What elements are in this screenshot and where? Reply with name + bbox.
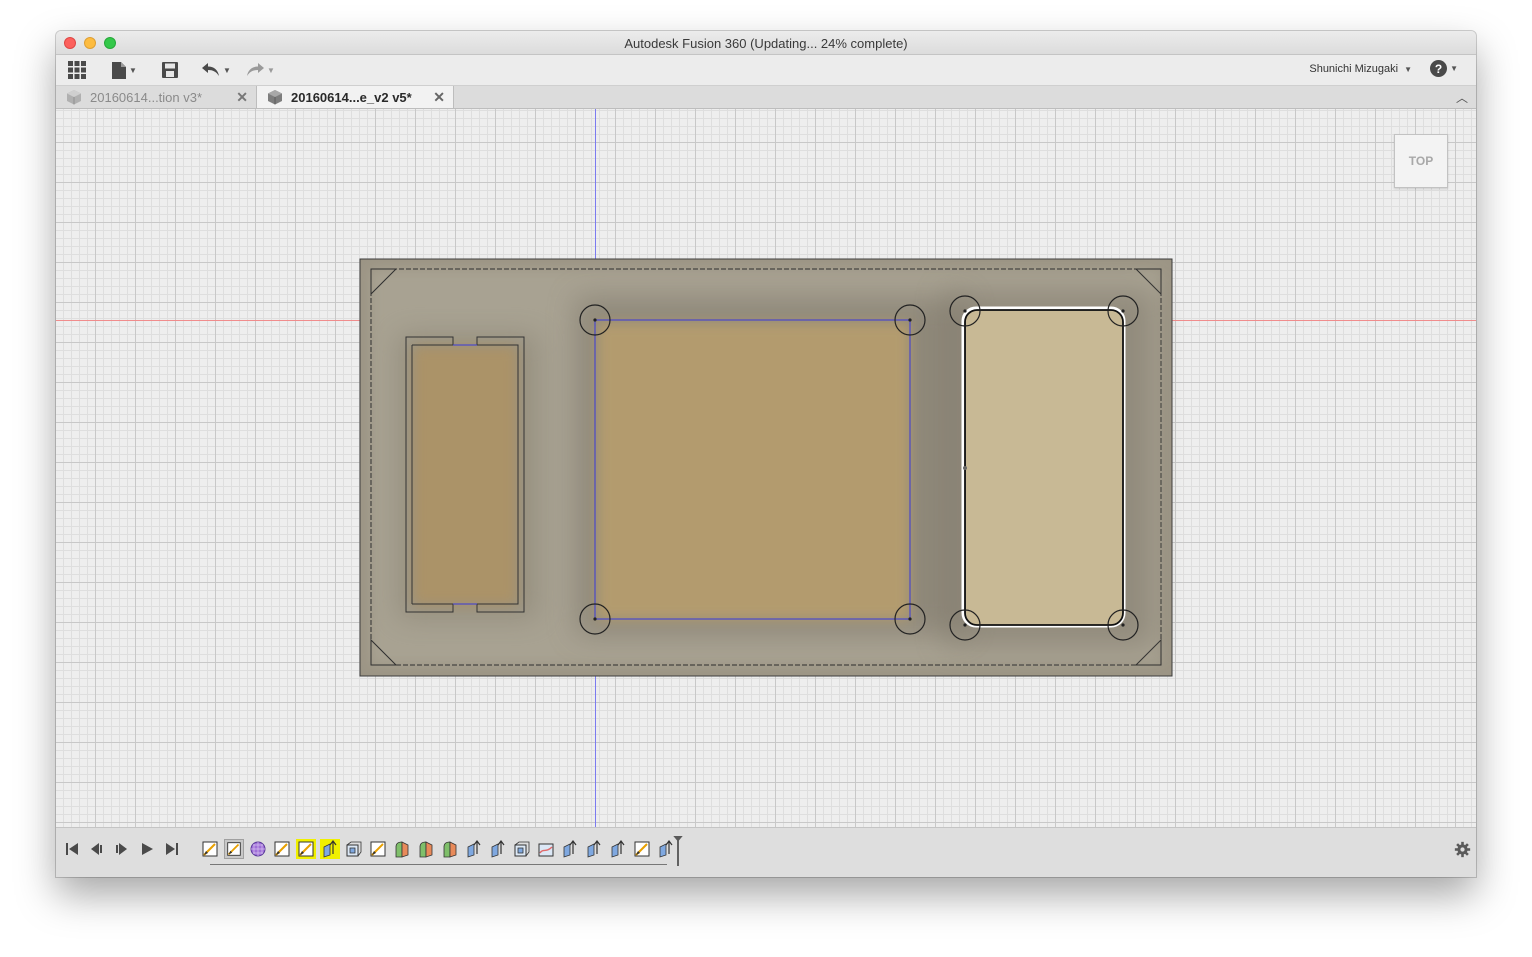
step-forward-icon (116, 843, 127, 855)
extrude-feature-icon (563, 840, 577, 858)
save-icon (162, 62, 178, 78)
fillet-feature-icon (443, 841, 457, 858)
shell-feature-icon (346, 841, 362, 857)
timeline-feature-fillet[interactable] (392, 839, 412, 859)
model-view (359, 258, 1173, 677)
redo-button[interactable]: ▼ (246, 59, 275, 81)
save-button[interactable] (162, 59, 178, 81)
extrude-feature-icon (467, 840, 481, 858)
step-back-button[interactable] (88, 840, 106, 858)
grid-apps-icon (68, 61, 86, 79)
data-panel-button[interactable] (68, 59, 86, 81)
help-menu-button[interactable]: ? ▼ (1430, 60, 1458, 77)
sketch-feature-icon (634, 841, 650, 857)
tab-label: 20160614...e_v2 v5* (291, 89, 412, 105)
sketch-feature-icon (274, 841, 290, 857)
left-pocket[interactable] (405, 336, 525, 613)
user-account-menu[interactable]: Shunichi Mizugaki ▼ (1309, 63, 1412, 75)
design-document-icon (67, 90, 81, 105)
user-name: Shunichi Mizugaki (1309, 63, 1399, 75)
document-tab-bar: 20160614...tion v3* ✕ 20160614...e_v2 v5… (56, 86, 1476, 109)
patch-feature-icon (538, 843, 554, 857)
timeline-feature-sketch[interactable] (632, 839, 652, 859)
timeline-rail (210, 864, 667, 865)
chevron-down-icon: ▼ (1450, 64, 1458, 73)
timeline-settings-button[interactable] (1452, 839, 1472, 859)
document-tab[interactable]: 20160614...tion v3* ✕ (56, 86, 256, 108)
chevron-down-icon: ▼ (129, 65, 137, 75)
timeline-bar (56, 827, 1476, 877)
gear-icon (1454, 841, 1470, 857)
timeline-feature-extrude[interactable] (560, 839, 580, 859)
sketch-feature-icon (298, 841, 314, 857)
timeline-feature-extrude[interactable] (608, 839, 628, 859)
right-pocket[interactable] (949, 295, 1139, 641)
extrude-feature-icon (611, 840, 625, 858)
collapse-toolbar-button[interactable]: ︿ (1456, 89, 1468, 106)
extrude-feature-icon (323, 840, 337, 858)
extrude-feature-icon (587, 840, 601, 858)
help-icon: ? (1430, 60, 1448, 77)
close-tab-button[interactable]: ✕ (236, 89, 248, 106)
timeline-marker[interactable] (672, 836, 684, 866)
fillet-feature-icon (419, 841, 433, 858)
skip-to-end-button[interactable] (163, 840, 181, 858)
window-title: Autodesk Fusion 360 (Updating... 24% com… (624, 36, 908, 51)
design-document-icon (268, 90, 282, 105)
skip-to-end-icon (166, 843, 178, 855)
timeline-feature-shell[interactable] (512, 839, 532, 859)
timeline-feature-form[interactable] (248, 839, 268, 859)
close-tab-button[interactable]: ✕ (433, 89, 445, 106)
fillet-feature-icon (395, 841, 409, 858)
sketch-feature-icon (202, 841, 218, 857)
shell-feature-icon (514, 841, 530, 857)
timeline-feature-sketch[interactable] (272, 839, 292, 859)
viewcube-face-label: TOP (1408, 154, 1434, 168)
timeline-feature-sketch-highlighted[interactable] (296, 839, 316, 859)
undo-button[interactable]: ▼ (202, 59, 231, 81)
chevron-down-icon: ▼ (223, 65, 231, 75)
undo-icon (202, 63, 219, 76)
timeline-feature-sketch[interactable] (368, 839, 388, 859)
play-icon (142, 843, 153, 855)
file-icon (112, 61, 126, 79)
play-button[interactable] (138, 840, 156, 858)
timeline-feature-extrude[interactable] (488, 839, 508, 859)
center-pocket[interactable] (579, 304, 926, 635)
redo-icon (247, 63, 264, 76)
timeline-feature-fillet[interactable] (440, 839, 460, 859)
tab-label: 20160614...tion v3* (90, 89, 203, 105)
timeline-feature-extrude[interactable] (584, 839, 604, 859)
chevron-down-icon: ▼ (267, 65, 275, 75)
skip-to-start-button[interactable] (63, 840, 81, 858)
document-tab-active[interactable]: 20160614...e_v2 v5* ✕ (256, 86, 454, 108)
timeline-feature-extrude-highlighted[interactable] (320, 839, 340, 859)
extrude-feature-icon (491, 840, 505, 858)
sketch-feature-icon (370, 841, 386, 857)
fusion-window: Autodesk Fusion 360 (Updating... 24% com… (56, 31, 1476, 877)
title-bar: Autodesk Fusion 360 (Updating... 24% com… (56, 31, 1476, 55)
sketch-feature-icon (227, 842, 241, 856)
skip-to-start-icon (66, 843, 78, 855)
timeline-feature-sketch[interactable] (200, 839, 220, 859)
timeline-feature-extrude[interactable] (464, 839, 484, 859)
canvas-viewport[interactable]: TOP (56, 109, 1476, 827)
chevron-down-icon: ▼ (1404, 65, 1412, 74)
timeline-feature-patch[interactable] (536, 839, 556, 859)
form-feature-icon (250, 841, 266, 857)
timeline-feature-shell[interactable] (344, 839, 364, 859)
step-forward-button[interactable] (112, 840, 130, 858)
application-toolbar: ▼ ▼ ▼ Shunichi Mizugaki ▼ ? ▼ (56, 55, 1476, 86)
step-back-icon (91, 843, 102, 855)
timeline-feature-sketch-selected[interactable] (224, 839, 244, 859)
timeline-feature-fillet[interactable] (416, 839, 436, 859)
viewcube[interactable]: TOP (1394, 134, 1448, 188)
file-menu-button[interactable]: ▼ (112, 59, 137, 81)
